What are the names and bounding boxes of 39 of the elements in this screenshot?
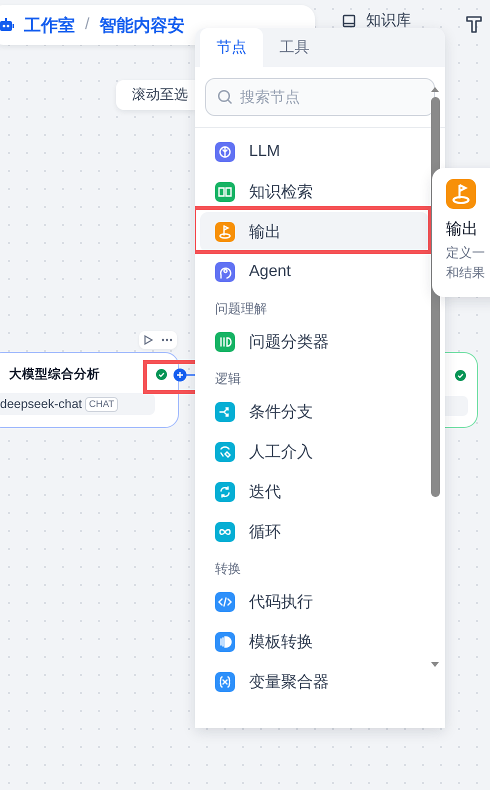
llm-node-card[interactable]: 大模型综合分析 deepseek-chat CHAT <box>0 352 179 428</box>
node-type-item[interactable]: 知识检索 <box>200 172 429 212</box>
node-type-item[interactable]: 循环 <box>200 512 429 552</box>
check-icon <box>455 370 466 381</box>
more-icon[interactable] <box>161 338 173 342</box>
tab[interactable]: 工具 <box>263 28 326 67</box>
node-type-item[interactable]: 人工介入 <box>200 432 429 472</box>
breadcrumb-link[interactable]: 工作室 <box>24 14 75 36</box>
hammer-icon[interactable] <box>466 15 482 33</box>
search-icon <box>217 89 233 105</box>
search-field[interactable]: 搜索节点 <box>205 78 435 116</box>
group-heading: 逻辑 <box>214 370 242 388</box>
group-heading: 问题理解 <box>214 300 268 318</box>
scroll-down-icon[interactable] <box>431 662 439 667</box>
scroll-to-selected-button[interactable]: 滚动至选 <box>116 80 195 110</box>
knowledge-button[interactable]: 知识库 <box>340 9 413 32</box>
app-name: 智能内容安 <box>99 14 184 36</box>
tooltip-description: 定义一 和结果 <box>446 244 485 282</box>
node-title: 大模型综合分析 <box>9 367 100 381</box>
node-type-item[interactable]: 变量聚合器 <box>200 662 429 702</box>
model-name: deepseek-chat <box>0 397 82 411</box>
node-type-item[interactable]: Agent <box>200 252 429 292</box>
node-type-item[interactable]: 迭代 <box>200 472 429 512</box>
node-type-item[interactable]: 代码执行 <box>200 582 429 622</box>
play-icon[interactable] <box>143 335 153 345</box>
scroll-up-icon[interactable] <box>431 87 439 92</box>
node-type-item[interactable]: LLM <box>200 132 429 172</box>
node-type-item[interactable]: 条件分支 <box>200 392 429 432</box>
tooltip-title: 输出 <box>446 220 478 240</box>
breadcrumb-separator: / <box>85 16 90 34</box>
node-type-item[interactable]: 模板转换 <box>200 622 429 662</box>
book-icon <box>342 14 356 28</box>
node-type-item[interactable]: 输出 <box>200 212 429 252</box>
check-icon <box>156 369 167 380</box>
add-handle-icon[interactable] <box>173 368 195 382</box>
node-type-item[interactable]: 问题分类器 <box>200 322 429 362</box>
tab[interactable]: 节点 <box>200 28 263 67</box>
model-tag: CHAT <box>85 396 118 412</box>
group-heading: 转换 <box>214 560 242 578</box>
